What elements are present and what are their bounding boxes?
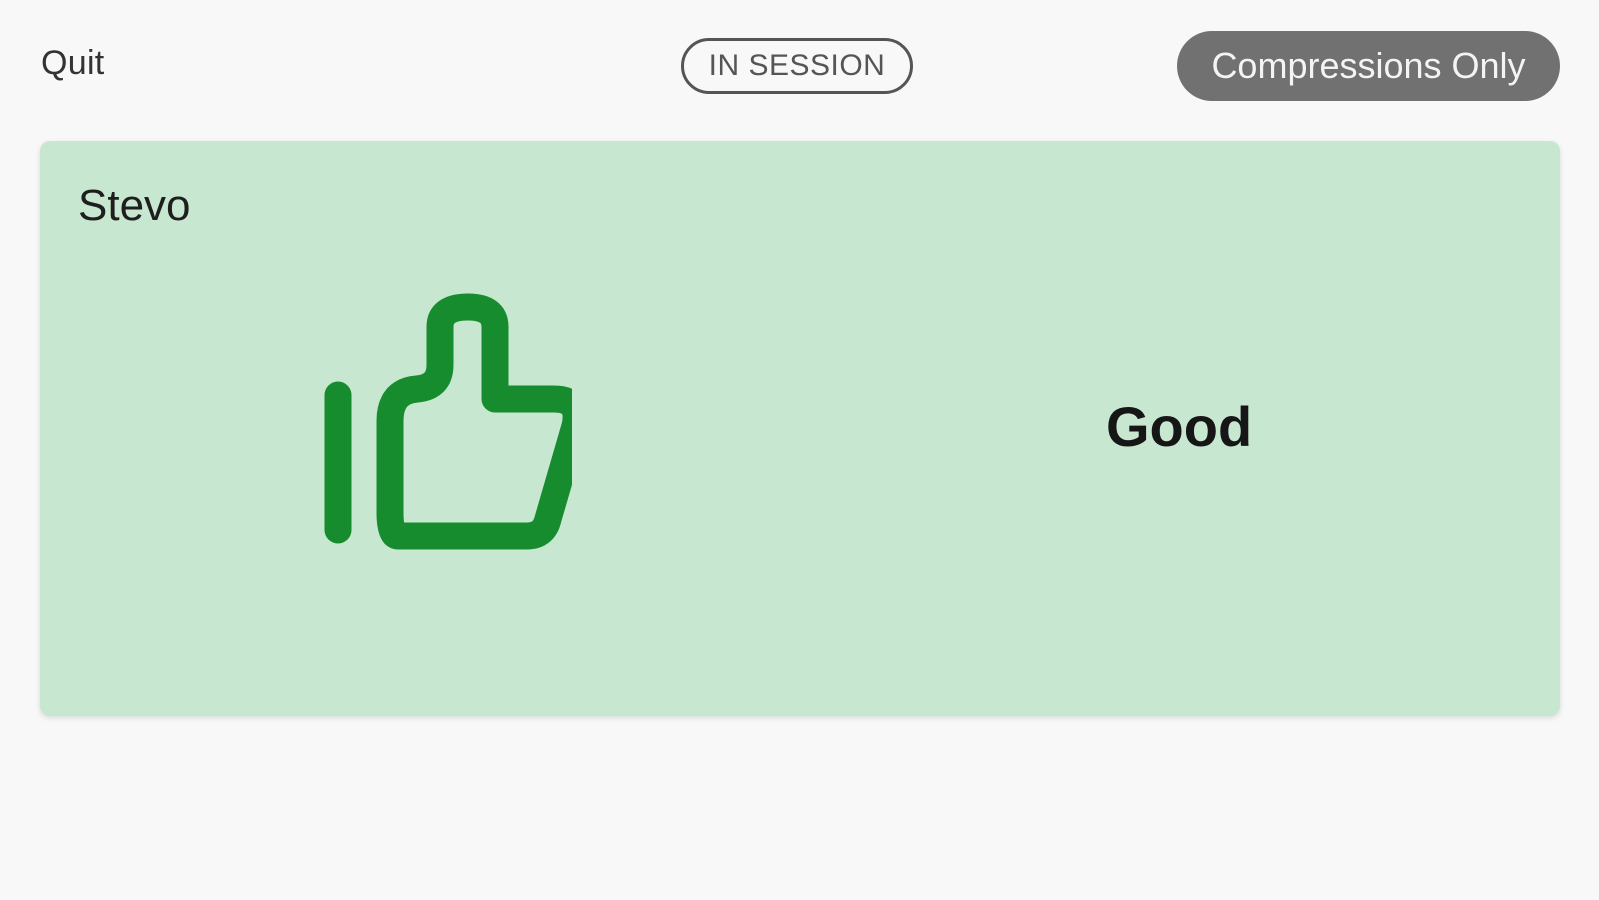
top-bar: Quit IN SESSION Compressions Only [0,0,1599,130]
compressions-only-button[interactable]: Compressions Only [1177,31,1560,101]
trainee-name: Stevo [78,181,191,230]
feedback-result-label: Good [1106,395,1253,458]
feedback-card: Stevo Good [40,141,1560,716]
session-status-badge: IN SESSION [681,38,913,94]
quit-button[interactable]: Quit [41,44,105,83]
thumbs-up-icon [324,293,572,550]
